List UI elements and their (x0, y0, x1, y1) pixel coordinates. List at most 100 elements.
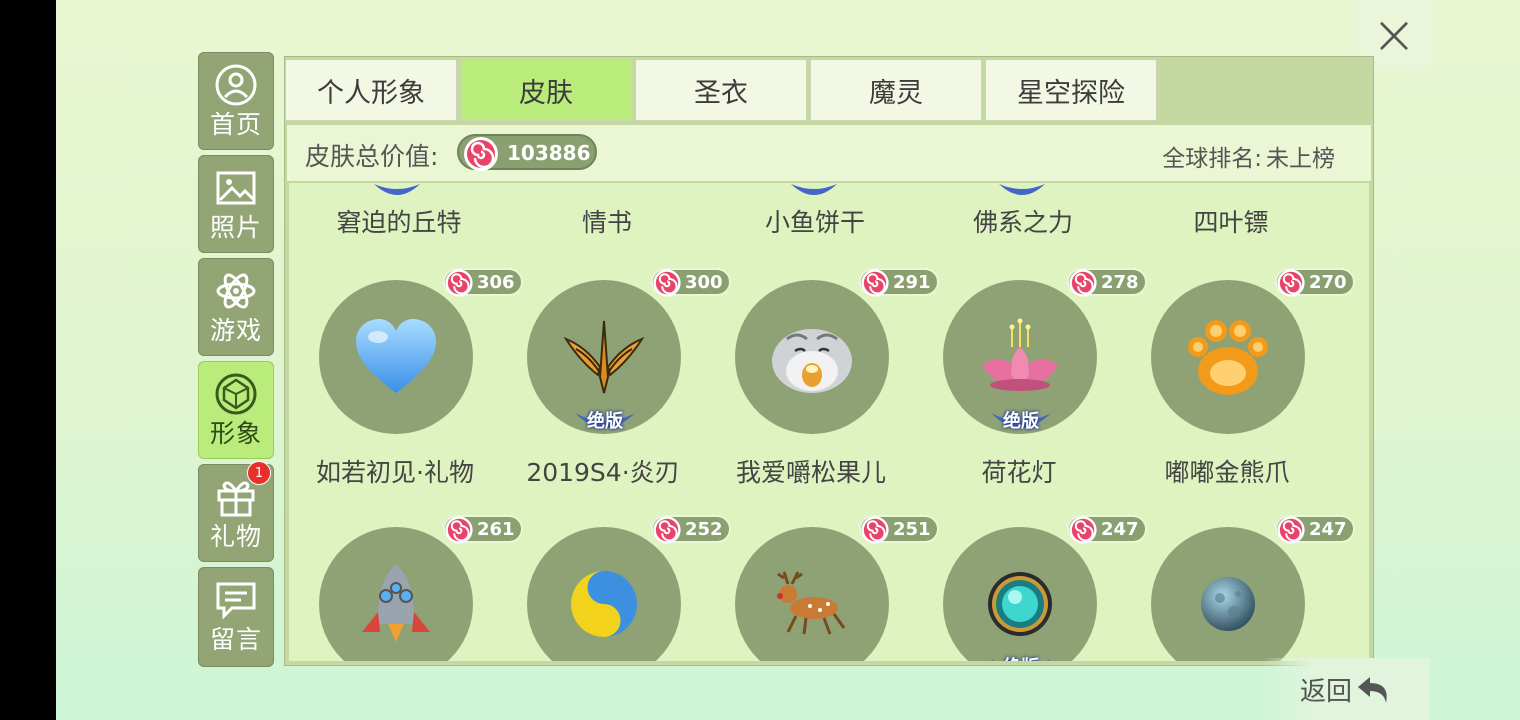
price-tag: 247 (1275, 515, 1355, 544)
gem-icon (214, 372, 258, 416)
tab-skins[interactable]: 皮肤 (460, 59, 632, 121)
nav-label: 形象 (209, 419, 262, 448)
price-value: 270 (1309, 272, 1347, 293)
rank-value: 未上榜 (1266, 146, 1335, 172)
main-panel: 个人形象 皮肤 圣衣 魔灵 星空探险 皮肤总价值: 103886 全球排名: 未上… (284, 56, 1374, 666)
notification-badge: 1 (247, 461, 271, 485)
item-name: 我爱嚼松果儿 (735, 458, 886, 487)
candy-coin-icon (859, 267, 891, 303)
out-of-print-badge: 绝版 (989, 409, 1053, 439)
nav-item-home[interactable]: 首页 (198, 52, 274, 150)
nav-label: 首页 (209, 110, 262, 139)
heart-icon (356, 319, 436, 393)
nav-item-games[interactable]: 游戏 (198, 258, 274, 356)
out-of-print-wing-badge (997, 183, 1047, 197)
item-name: 如若初见·礼物 (316, 458, 474, 487)
tab-star-exploration[interactable]: 星空探险 (985, 59, 1157, 121)
out-of-print-label: 绝版 (587, 411, 623, 432)
price-tag: 252 (651, 515, 731, 544)
nav-label: 礼物 (209, 522, 262, 551)
atom-icon (214, 269, 258, 313)
item-name: 荷花灯 (981, 458, 1057, 487)
price-value: 278 (1101, 272, 1139, 293)
summary-bar: 皮肤总价值: 103886 全球排名: 未上榜 (287, 125, 1371, 181)
close-icon: × (1371, 3, 1417, 66)
item-name: 嘟嘟金熊爪 (1164, 458, 1290, 487)
total-value: 103886 (507, 141, 591, 165)
nav-label: 留言 (209, 625, 262, 654)
bear-paw-icon (1188, 320, 1268, 395)
price-tag: 251 (859, 515, 939, 544)
item-name[interactable]: 小鱼饼干 (715, 203, 915, 239)
price-tag: 261 (443, 515, 523, 544)
skin-circle[interactable] (735, 280, 889, 434)
item-name[interactable]: 情书 (507, 203, 707, 239)
price-tag: 300 (651, 268, 731, 297)
price-value: 247 (1101, 519, 1139, 540)
price-value: 300 (685, 272, 723, 293)
out-of-print-badge: 绝版 (989, 655, 1053, 661)
out-of-print-wing-badge (789, 183, 839, 197)
price-tag: 306 (443, 268, 523, 297)
skin-circle[interactable] (319, 280, 473, 434)
reindeer-icon (777, 571, 846, 635)
back-label: 返回 (1299, 676, 1352, 707)
price-tag: 270 (1275, 268, 1355, 297)
winged-blade-icon (563, 320, 645, 394)
rocket-icon (362, 564, 430, 642)
skin-grid[interactable]: 窘迫的丘特 情书 小鱼饼干 佛系之力 四叶镖 306 如若初见·礼物 300 绝… (289, 183, 1369, 661)
candy-coin-icon (859, 514, 891, 550)
price-value: 252 (685, 519, 723, 540)
back-button[interactable]: 返回 (1262, 658, 1430, 720)
candy-coin-icon (1067, 514, 1099, 550)
candy-coin-icon (443, 514, 475, 550)
total-value-pill: 103886 (457, 134, 597, 171)
candy-coin-icon (443, 267, 475, 303)
nav-item-photos[interactable]: 照片 (198, 155, 274, 253)
item-name[interactable]: 窘迫的丘特 (299, 203, 499, 239)
price-tag: 291 (859, 268, 939, 297)
nav-item-gifts[interactable]: 1 礼物 (198, 461, 274, 562)
back-arrow-icon (1358, 677, 1387, 703)
rank-label: 全球排名: (1162, 146, 1262, 172)
profile-icon (214, 63, 258, 107)
photo-icon (214, 166, 258, 210)
out-of-print-wing-badge (372, 183, 422, 197)
message-icon (214, 578, 258, 622)
crystal-orb-icon (988, 572, 1052, 636)
price-value: 251 (893, 519, 931, 540)
candy-coin-icon (1067, 267, 1099, 303)
price-value: 291 (893, 272, 931, 293)
global-rank: 全球排名: 未上榜 (1162, 139, 1335, 173)
candy-coin-icon (651, 267, 683, 303)
price-value: 247 (1309, 519, 1347, 540)
candy-coin-icon (1275, 267, 1307, 303)
candy-coin-icon (651, 514, 683, 550)
out-of-print-badge: 绝版 (573, 409, 637, 439)
tab-spirits[interactable]: 魔灵 (810, 59, 982, 121)
tab-holy-cloth[interactable]: 圣衣 (635, 59, 807, 121)
item-name[interactable]: 佛系之力 (923, 203, 1123, 239)
item-name: 2019S4·炎刃 (526, 458, 680, 487)
tab-profile[interactable]: 个人形象 (285, 59, 457, 121)
lotus-lamp-icon (982, 318, 1058, 391)
item-name[interactable]: 四叶镖 (1131, 203, 1331, 239)
skin-circle[interactable] (1151, 280, 1305, 434)
nav-item-messages[interactable]: 留言 (198, 567, 274, 667)
price-tag: 247 (1067, 515, 1147, 544)
hamster-icon (772, 329, 852, 393)
total-value-label: 皮肤总价值: (305, 142, 439, 171)
price-value: 261 (477, 519, 515, 540)
candy-coin-icon (461, 134, 501, 178)
nav-label: 游戏 (209, 316, 262, 345)
moon-icon (1201, 577, 1255, 631)
out-of-print-label: 绝版 (1003, 411, 1039, 432)
out-of-print-label: 绝版 (989, 653, 1053, 661)
nav-item-appearance[interactable]: 形象 (198, 361, 274, 459)
price-value: 306 (477, 272, 515, 293)
yin-yang-icon (571, 571, 637, 637)
price-tag: 278 (1067, 268, 1147, 297)
candy-coin-icon (1275, 514, 1307, 550)
left-black-bar (0, 0, 56, 720)
nav-label: 照片 (209, 213, 262, 242)
